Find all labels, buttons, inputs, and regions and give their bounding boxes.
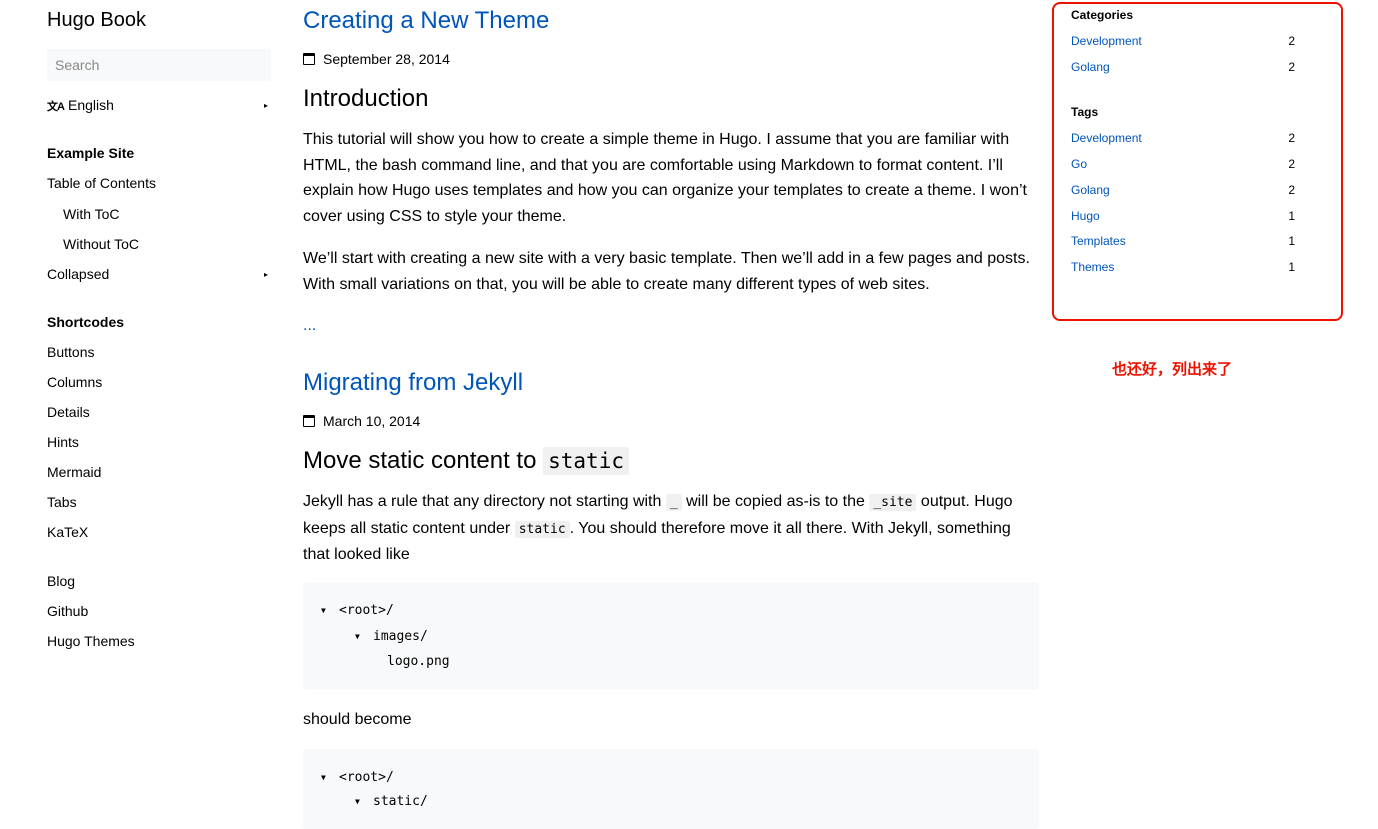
post-heading-text: Move static content to xyxy=(303,447,544,474)
tag-item: Development 2 xyxy=(1071,131,1295,147)
nav-item-table-of-contents[interactable]: Table of Contents xyxy=(47,175,156,191)
post-date-text: March 10, 2014 xyxy=(323,413,421,429)
inline-code: static xyxy=(514,520,570,538)
post-paragraph: Jekyll has a rule that any directory not… xyxy=(303,493,1013,564)
post-date: September 28, 2014 xyxy=(303,51,450,67)
post-title-migrating-jekyll[interactable]: Migrating from Jekyll xyxy=(303,369,523,397)
nav-item-hints[interactable]: Hints xyxy=(47,434,79,450)
nav-link-hugo-themes[interactable]: Hugo Themes xyxy=(47,633,135,649)
post-date: March 10, 2014 xyxy=(303,413,420,429)
tag-item: Golang 2 xyxy=(1071,183,1295,199)
nav-link-github[interactable]: Github xyxy=(47,603,88,619)
code-line: ▼ static/ xyxy=(355,794,428,809)
code-line: ▼ <root>/ xyxy=(321,770,394,785)
read-more-link[interactable]: ... xyxy=(303,317,316,335)
nav-item-with-toc[interactable]: With ToC xyxy=(63,206,120,222)
nav-item-columns[interactable]: Columns xyxy=(47,374,102,390)
category-count: 2 xyxy=(1288,60,1295,74)
categories-heading: Categories xyxy=(1071,8,1134,22)
nav-item-katex[interactable]: KaTeX xyxy=(47,524,88,540)
tags-heading: Tags xyxy=(1071,105,1099,119)
annotation-note: 也还好，列出来了 xyxy=(1112,361,1233,378)
tag-count: 1 xyxy=(1288,209,1295,223)
category-count: 2 xyxy=(1288,34,1295,48)
search-input[interactable] xyxy=(47,49,271,81)
nav-item-collapsed[interactable]: Collapsed ▸ xyxy=(47,266,271,284)
post-heading: Introduction xyxy=(303,85,429,112)
code-line: ▼ <root>/ xyxy=(321,603,394,618)
tag-count: 2 xyxy=(1288,183,1295,197)
inline-code: static xyxy=(543,447,629,475)
code-line: logo.png xyxy=(387,654,450,669)
language-selector[interactable]: 文A English ▸ xyxy=(47,97,271,115)
tag-link[interactable]: Golang xyxy=(1071,183,1110,197)
nav-section-shortcodes: Shortcodes xyxy=(47,314,125,330)
translate-icon: 文A xyxy=(47,101,65,113)
inline-code: _site xyxy=(869,494,917,511)
inline-code: _ xyxy=(665,494,682,511)
tag-item: Themes 1 xyxy=(1071,260,1295,276)
post-title-creating-theme[interactable]: Creating a New Theme xyxy=(303,7,549,35)
post-date-text: September 28, 2014 xyxy=(323,51,450,67)
category-link[interactable]: Development xyxy=(1071,34,1142,48)
calendar-icon xyxy=(303,53,315,65)
tag-link[interactable]: Hugo xyxy=(1071,209,1100,223)
tag-link[interactable]: Development xyxy=(1071,131,1142,145)
nav-link-blog[interactable]: Blog xyxy=(47,573,75,589)
nav-item-mermaid[interactable]: Mermaid xyxy=(47,464,101,480)
post-heading: Move static content to static xyxy=(303,447,629,475)
tag-item: Hugo 1 xyxy=(1071,209,1295,225)
nav-section-example-site: Example Site xyxy=(47,145,135,161)
tag-link[interactable]: Templates xyxy=(1071,234,1126,248)
calendar-icon xyxy=(303,415,315,427)
category-item: Golang 2 xyxy=(1071,60,1295,76)
language-label: English xyxy=(68,97,114,113)
post-paragraph: We’ll start with creating a new site wit… xyxy=(303,250,1030,293)
post-paragraph: should become xyxy=(303,711,412,728)
nav-item-buttons[interactable]: Buttons xyxy=(47,344,94,360)
nav-item-details[interactable]: Details xyxy=(47,404,90,420)
category-item: Development 2 xyxy=(1071,34,1295,50)
tag-item: Go 2 xyxy=(1071,157,1295,173)
nav-item-tabs[interactable]: Tabs xyxy=(47,494,77,510)
code-line: ▼ images/ xyxy=(355,629,428,644)
category-link[interactable]: Golang xyxy=(1071,60,1110,74)
tag-link[interactable]: Themes xyxy=(1071,260,1114,274)
tag-count: 1 xyxy=(1288,260,1295,274)
tag-count: 2 xyxy=(1288,157,1295,171)
caret-right-icon: ▸ xyxy=(263,101,268,110)
site-brand[interactable]: Hugo Book xyxy=(47,9,146,32)
nav-item-collapsed-label: Collapsed xyxy=(47,266,110,282)
tag-item: Templates 1 xyxy=(1071,234,1295,250)
tag-link[interactable]: Go xyxy=(1071,157,1087,171)
tag-count: 1 xyxy=(1288,234,1295,248)
post-paragraph: This tutorial will show you how to creat… xyxy=(303,131,1027,225)
nav-item-without-toc[interactable]: Without ToC xyxy=(63,236,139,252)
code-block: ▼ <root>/ ▼ static/ xyxy=(303,749,1039,829)
code-block: ▼ <root>/ ▼ images/ logo.png xyxy=(303,582,1039,690)
caret-right-icon: ▸ xyxy=(263,270,268,279)
tag-count: 2 xyxy=(1288,131,1295,145)
